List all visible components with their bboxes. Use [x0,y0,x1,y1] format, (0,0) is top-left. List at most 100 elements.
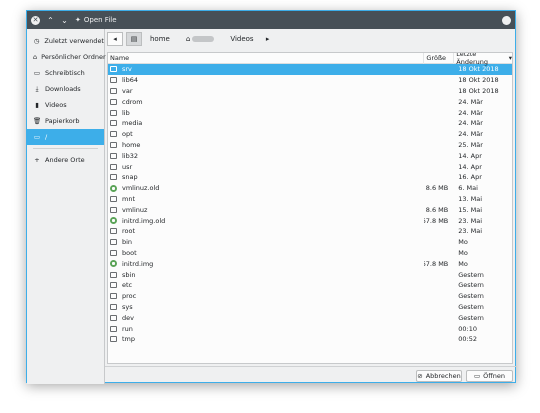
sidebar-item-2[interactable]: ▭ Schreibtisch [27,65,104,81]
file-name: sys [122,302,133,311]
table-row[interactable]: proc Gestern [108,291,512,302]
table-row[interactable]: lib64 18 Okt 2018 [108,75,512,86]
sort-indicator-icon: ▾ [508,54,512,62]
file-name: sbin [122,270,136,279]
column-header-name[interactable]: Name [108,53,425,64]
sidebar-item-4[interactable]: ▮ Videos [27,97,104,113]
sidebar-item-label: Papierkorb [45,117,80,125]
table-row[interactable]: initrd.img 67.8 MB Mo [108,258,512,269]
column-header-size[interactable]: Größe [424,53,455,64]
drive-icon[interactable]: ▤ [126,32,142,46]
folder-icon [110,325,117,332]
forward-button[interactable]: ▸ [262,32,274,46]
back-button[interactable]: ◂ [107,32,123,46]
file-name-cell: initrd.img [108,258,424,269]
table-row[interactable]: root 23. Mai [108,226,512,237]
file-size [424,86,454,97]
table-row[interactable]: etc Gestern [108,280,512,291]
table-row[interactable]: initrd.img.old 67.8 MB 23. Mai [108,215,512,226]
open-button-label: Öffnen [483,372,505,380]
table-row[interactable]: run 00:10 [108,323,512,334]
title-bar: ✕ ⌃ ⌄ ✦ Open File [27,11,515,29]
pin-icon[interactable]: ✦ [75,16,81,24]
folder-icon [110,228,117,235]
file-size: 67.8 MB [424,259,449,268]
table-row[interactable]: sys Gestern [108,302,512,313]
file-size [424,140,454,151]
file-modified-date: 24. Mär [458,108,483,117]
table-row[interactable]: lib32 14. Apr [108,150,512,161]
column-header-date[interactable]: Letzte Änderung ▾ [454,53,512,66]
open-button[interactable]: ▭ Öffnen [466,370,513,382]
table-row[interactable]: snap 16. Apr [108,172,512,183]
table-row[interactable]: opt 24. Mär [108,129,512,140]
cancel-button[interactable]: ⊘ Abbrechen [416,370,462,382]
folder-icon [110,206,117,213]
sidebar-item-6[interactable]: ▭ / [27,129,104,145]
file-size [424,107,454,118]
chevron-up-icon[interactable]: ⌃ [45,15,56,26]
sidebar-item-5[interactable]: 🗑 Papierkorb [27,113,104,129]
sidebar-item-other-locations[interactable]: + Andere Orte [27,152,104,168]
file-name-cell: proc [108,291,424,302]
folder-icon [110,239,117,246]
table-row[interactable]: tmp 00:52 [108,334,512,345]
file-size [424,323,454,334]
table-row[interactable]: var 18 Okt 2018 [108,86,512,97]
table-row[interactable]: usr 14. Apr [108,161,512,172]
home-icon: ⌂ [33,53,38,61]
sidebar-item-3[interactable]: ⤓ Downloads [27,81,104,97]
file-name-cell: media [108,118,424,129]
footer-separator [105,366,517,367]
file-modified-date: 24. Mär [458,97,483,106]
table-row[interactable]: vmlinuz.old 8.6 MB 6. Mai [108,183,512,194]
table-row[interactable]: vmlinuz 8.6 MB 15. Mai [108,204,512,215]
breadcrumb-videos[interactable]: Videos [222,32,261,46]
file-size [424,64,454,75]
close-icon[interactable]: ✕ [31,15,40,25]
file-name-cell: bin [108,237,424,248]
path-bar: ◂ ▤ home ⌂ Videos ▸ [107,32,515,46]
file-size: 67.8 MB [424,216,449,225]
table-row[interactable]: srv 18 Okt 2018 [108,64,512,75]
table-row[interactable]: boot Mo [108,248,512,259]
table-row[interactable]: bin Mo [108,237,512,248]
table-row[interactable]: dev Gestern [108,312,512,323]
open-file-dialog: ✕ ⌃ ⌄ ✦ Open File ◷ Zuletzt verwendet ⌂ Per… [26,10,517,384]
file-name: initrd.img [122,259,154,268]
file-modified-date: 14. Apr [458,162,482,171]
file-name: snap [122,173,138,182]
file-name: media [122,119,143,128]
sidebar-item-0[interactable]: ◷ Zuletzt verwendet [27,33,104,49]
file-modified-date: 16. Apr [458,173,482,182]
file-name: run [122,324,133,333]
file-name: mnt [122,194,135,203]
maximize-icon[interactable] [502,15,511,25]
breadcrumb-home[interactable]: home [142,32,178,46]
file-modified-date: Gestern [458,313,484,322]
file-name: home [122,140,141,149]
sidebar-item-label: Persönlicher Ordner [41,53,106,61]
file-size [424,118,454,129]
sidebar-item-label: Videos [45,101,67,109]
table-row[interactable]: sbin Gestern [108,269,512,280]
folder-open-icon: ▭ [474,372,481,380]
table-row[interactable]: lib 24. Mär [108,107,512,118]
file-name-cell: sbin [108,269,424,280]
folder-icon [110,174,117,181]
breadcrumb-user[interactable]: ⌂ [178,32,222,46]
file-size [424,194,454,205]
table-row[interactable]: home 25. Mär [108,140,512,151]
sidebar-item-1[interactable]: ⌂ Persönlicher Ordner [27,49,106,65]
file-size [424,280,454,291]
file-size [424,302,454,313]
file-modified-date: 24. Mär [458,119,483,128]
file-modified-date: 18 Okt 2018 [458,76,499,85]
folder-icon [110,98,117,105]
file-size [424,161,454,172]
table-row[interactable]: cdrom 24. Mär [108,96,512,107]
executable-file-icon [110,217,117,225]
chevron-down-icon[interactable]: ⌄ [59,15,70,26]
table-row[interactable]: media 24. Mär [108,118,512,129]
table-row[interactable]: mnt 13. Mai [108,194,512,205]
